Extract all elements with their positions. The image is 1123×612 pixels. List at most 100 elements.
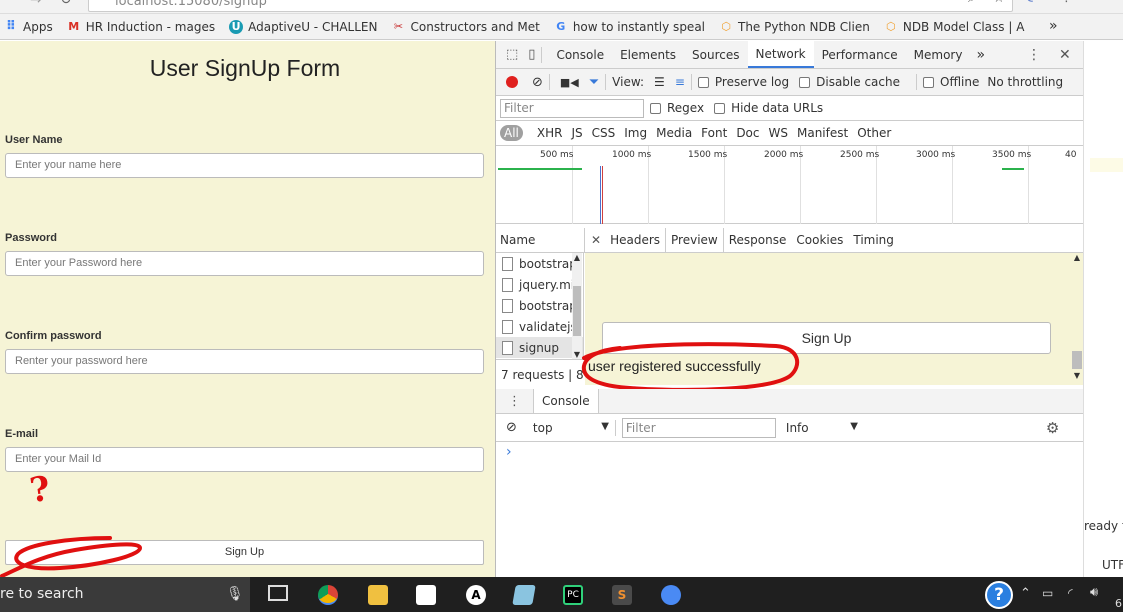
- tab-console-drawer[interactable]: Console: [533, 389, 599, 413]
- sublime-icon[interactable]: S: [612, 585, 632, 605]
- preview-scrollbar[interactable]: ▲ ▼: [1071, 253, 1083, 385]
- scroll-up-arrow-icon[interactable]: ▲: [572, 253, 582, 262]
- console-filter-input[interactable]: Filter: [621, 417, 776, 438]
- video-camera-icon[interactable]: ■◀: [560, 76, 579, 89]
- type-filter-doc[interactable]: Doc: [736, 126, 759, 140]
- pycharm-icon[interactable]: PC: [563, 585, 583, 605]
- network-icon[interactable]: ▭: [1042, 586, 1053, 600]
- back-arrow-icon[interactable]: →: [30, 0, 42, 8]
- offline-checkbox[interactable]: [923, 76, 934, 88]
- file-explorer-icon[interactable]: [368, 585, 388, 605]
- type-filter-manifest[interactable]: Manifest: [797, 126, 848, 140]
- tab-headers[interactable]: Headers: [605, 228, 665, 252]
- drawer-menu-icon[interactable]: ⋮: [508, 394, 521, 409]
- scroll-up-arrow-icon[interactable]: ▲: [1071, 253, 1083, 262]
- clear-console-icon[interactable]: ⊘: [506, 420, 517, 435]
- log-level-select[interactable]: Info ▼: [786, 421, 858, 435]
- tab-response[interactable]: Response: [724, 228, 792, 252]
- type-filter-media[interactable]: Media: [656, 126, 692, 140]
- tab-elements[interactable]: Elements: [612, 41, 684, 68]
- scroll-down-arrow-icon[interactable]: ▼: [1071, 371, 1083, 380]
- tab-timing[interactable]: Timing: [848, 228, 899, 252]
- inspect-element-icon[interactable]: ⬚: [506, 47, 518, 62]
- bookmark-constructors[interactable]: ✂ Constructors and Met: [392, 20, 540, 34]
- device-toolbar-icon[interactable]: ▯: [528, 47, 535, 62]
- tab-sources[interactable]: Sources: [684, 41, 747, 68]
- type-filter-ws[interactable]: WS: [769, 126, 788, 140]
- request-row[interactable]: bootstrap: [496, 253, 583, 274]
- type-filter-img[interactable]: Img: [624, 126, 647, 140]
- scrollbar-thumb[interactable]: [573, 286, 581, 336]
- bookmark-hr-induction[interactable]: M HR Induction - mages: [67, 20, 215, 34]
- devtools-menu-icon[interactable]: ⋮: [1027, 47, 1041, 63]
- request-row[interactable]: validatejs: [496, 316, 583, 337]
- chrome-icon[interactable]: [318, 585, 338, 605]
- taskbar-search-box[interactable]: re to search 🎙︎: [0, 577, 250, 612]
- hide-data-urls-checkbox[interactable]: [714, 102, 726, 114]
- clock-fragment[interactable]: 6: [1115, 597, 1122, 610]
- tab-network[interactable]: Network: [747, 41, 814, 68]
- tab-memory[interactable]: Memory: [906, 41, 971, 68]
- more-tabs-button[interactable]: »: [976, 47, 985, 63]
- help-icon[interactable]: ?: [985, 581, 1013, 609]
- tab-console[interactable]: Console: [548, 41, 612, 68]
- console-settings-gear-icon[interactable]: ⚙: [1046, 419, 1059, 437]
- request-row[interactable]: jquery.mi: [496, 274, 583, 295]
- task-view-icon[interactable]: [268, 585, 288, 601]
- tray-chevron-icon[interactable]: ⌃: [1020, 586, 1031, 601]
- confirm-password-input[interactable]: Renter your password here: [5, 349, 484, 374]
- type-filter-css[interactable]: CSS: [592, 126, 616, 140]
- bookmark-ndb-model[interactable]: ⬡ NDB Model Class | A: [884, 20, 1024, 34]
- email-input[interactable]: Enter your Mail Id: [5, 447, 484, 472]
- waterfall-icon[interactable]: ≡: [675, 75, 685, 89]
- microphone-icon[interactable]: 🎙︎: [226, 577, 244, 612]
- disable-cache-checkbox[interactable]: [799, 76, 811, 88]
- volume-icon[interactable]: 🔊︎: [1090, 585, 1098, 600]
- regex-checkbox[interactable]: [650, 102, 661, 114]
- tab-cookies[interactable]: Cookies: [791, 228, 848, 252]
- bookmark-python-ndb[interactable]: ⬡ The Python NDB Clien: [719, 20, 870, 34]
- console-output[interactable]: ›: [496, 442, 1084, 577]
- password-input[interactable]: Enter your Password here: [5, 251, 484, 276]
- bookmark-apps[interactable]: ⠿ Apps: [4, 19, 53, 34]
- clear-icon[interactable]: ⊘: [532, 75, 543, 90]
- preserve-log-checkbox[interactable]: [697, 76, 709, 88]
- filter-funnel-icon[interactable]: ⏷: [589, 75, 599, 90]
- tab-preview[interactable]: Preview: [665, 228, 724, 252]
- type-filter-xhr[interactable]: XHR: [537, 126, 563, 140]
- bookmark-how-to-speak[interactable]: G how to instantly speal: [554, 20, 705, 34]
- wifi-icon[interactable]: ◜: [1068, 586, 1073, 600]
- close-details-icon[interactable]: ✕: [591, 233, 601, 247]
- extension-icon[interactable]: ✎: [1024, 0, 1034, 6]
- search-icon[interactable]: ⌕: [968, 0, 975, 6]
- app-a-icon[interactable]: A: [466, 585, 486, 605]
- network-timeline-overview[interactable]: 500 ms 1000 ms 1500 ms 2000 ms 2500 ms 3…: [496, 146, 1084, 224]
- type-filter-other[interactable]: Other: [857, 126, 891, 140]
- url-input[interactable]: localhost:15080/signup: [88, 0, 1013, 12]
- notepad-icon[interactable]: [512, 585, 536, 605]
- network-filter-input[interactable]: Filter: [500, 98, 644, 118]
- toolbar-divider: [541, 46, 543, 63]
- reload-icon[interactable]: ↻: [60, 0, 72, 8]
- type-filter-js[interactable]: JS: [571, 126, 582, 140]
- throttling-select[interactable]: No throttling: [987, 75, 1063, 89]
- request-row-selected[interactable]: signup: [496, 337, 583, 358]
- type-filter-font[interactable]: Font: [701, 126, 727, 140]
- store-icon[interactable]: [416, 585, 436, 605]
- request-row[interactable]: bootstrap: [496, 295, 583, 316]
- gcloud-icon[interactable]: [661, 585, 681, 605]
- name-column-header[interactable]: Name: [496, 228, 585, 252]
- scrollbar-thumb[interactable]: [1072, 351, 1082, 369]
- close-devtools-icon[interactable]: ✕: [1059, 47, 1071, 63]
- bookmark-adaptiveu[interactable]: U AdaptiveU - CHALLEN: [229, 19, 378, 34]
- bookmark-star-icon[interactable]: ☆: [993, 0, 1005, 6]
- type-filter-all[interactable]: All: [500, 125, 523, 141]
- context-select[interactable]: top ▼: [533, 421, 609, 435]
- bookmarks-overflow-button[interactable]: »: [1049, 18, 1058, 34]
- tab-performance[interactable]: Performance: [814, 41, 906, 68]
- record-icon[interactable]: [506, 76, 518, 88]
- large-rows-icon[interactable]: ☰: [654, 75, 665, 89]
- red-scribble-annotation: [0, 536, 143, 578]
- menu-icon[interactable]: ⋮: [1060, 0, 1073, 5]
- username-input[interactable]: Enter your name here: [5, 153, 484, 178]
